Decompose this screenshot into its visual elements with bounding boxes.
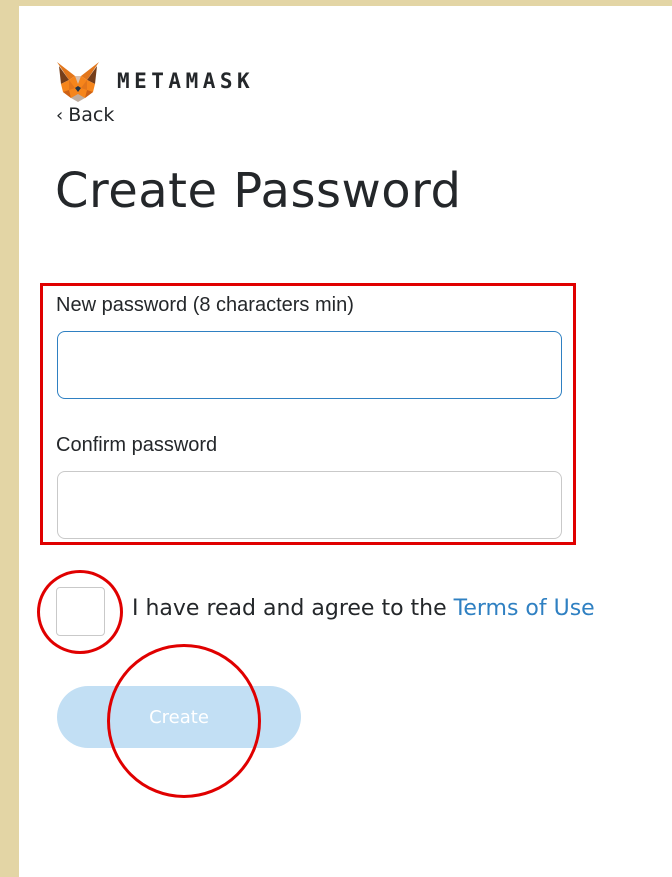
back-link[interactable]: ‹ Back (56, 104, 114, 126)
fox-logo-icon (57, 62, 99, 102)
chevron-left-icon: ‹ (56, 104, 64, 126)
back-label: Back (68, 104, 115, 126)
create-button[interactable]: Create (57, 686, 301, 748)
new-password-label: New password (8 characters min) (56, 294, 354, 316)
window-frame-left (0, 0, 19, 877)
terms-text: I have read and agree to the (132, 596, 454, 621)
terms-statement: I have read and agree to the Terms of Us… (132, 596, 595, 621)
terms-of-use-link[interactable]: Terms of Use (454, 596, 595, 621)
terms-checkbox[interactable] (56, 587, 105, 636)
confirm-password-label: Confirm password (56, 434, 218, 456)
new-password-input[interactable] (57, 331, 562, 399)
brand-logo: METAMASK (55, 58, 254, 104)
page-title: Create Password (55, 163, 462, 219)
brand-wordmark: METAMASK (117, 69, 255, 93)
confirm-password-input[interactable] (57, 471, 562, 539)
window-frame-top (0, 0, 672, 6)
